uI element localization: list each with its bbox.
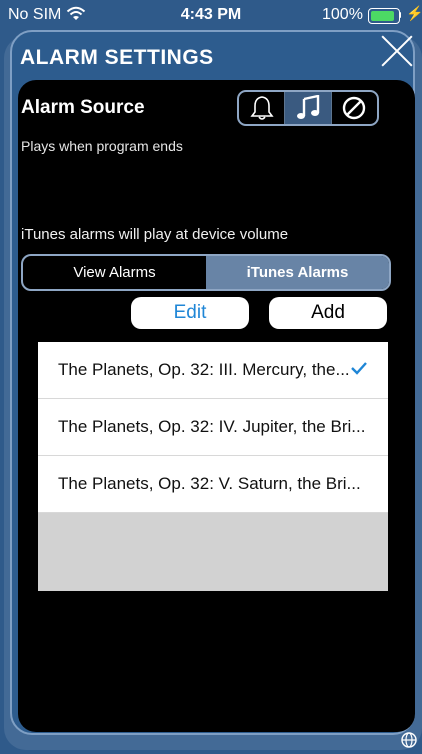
music-note-icon[interactable] xyxy=(285,92,332,124)
add-button[interactable]: Add xyxy=(269,297,387,329)
tab-view-alarms[interactable]: View Alarms xyxy=(23,256,206,289)
volume-note: iTunes alarms will play at device volume xyxy=(21,226,289,243)
alarm-settings-panel: ALARM SETTINGS Alarm Source Plays when p… xyxy=(10,30,415,735)
battery-cap xyxy=(399,12,401,18)
list-item[interactable]: The Planets, Op. 32: V. Saturn, the Bri.… xyxy=(38,456,388,513)
battery-percentage: 100% xyxy=(322,6,363,23)
alarm-source-selector xyxy=(237,90,379,126)
globe-icon xyxy=(400,731,418,754)
bell-icon[interactable] xyxy=(239,92,286,124)
panel-title: ALARM SETTINGS xyxy=(20,46,214,69)
charging-icon: ⚡ xyxy=(406,5,422,21)
alarm-title: The Planets, Op. 32: III. Mercury, the..… xyxy=(58,360,350,379)
edit-button[interactable]: Edit xyxy=(131,297,249,329)
battery-icon xyxy=(368,8,400,24)
checkmark-icon xyxy=(350,360,368,381)
list-item[interactable]: The Planets, Op. 32: IV. Jupiter, the Br… xyxy=(38,399,388,456)
list-item[interactable]: The Planets, Op. 32: III. Mercury, the..… xyxy=(38,342,388,399)
alarm-title: The Planets, Op. 32: IV. Jupiter, the Br… xyxy=(58,417,366,436)
tab-itunes-alarms[interactable]: iTunes Alarms xyxy=(206,256,389,289)
status-bar: No SIM 4:43 PM 100% ⚡ xyxy=(0,0,422,30)
alarm-source-description: Plays when program ends xyxy=(21,138,183,154)
alarm-source-label: Alarm Source xyxy=(21,97,145,118)
alarm-list: The Planets, Op. 32: III. Mercury, the..… xyxy=(38,342,388,591)
no-alarm-icon[interactable] xyxy=(332,92,377,124)
settings-content: Alarm Source Plays when program ends iTu… xyxy=(18,80,415,732)
alarm-title: The Planets, Op. 32: V. Saturn, the Bri.… xyxy=(58,474,361,493)
alarm-tabs: View Alarms iTunes Alarms xyxy=(21,254,391,291)
close-icon[interactable] xyxy=(379,34,415,70)
